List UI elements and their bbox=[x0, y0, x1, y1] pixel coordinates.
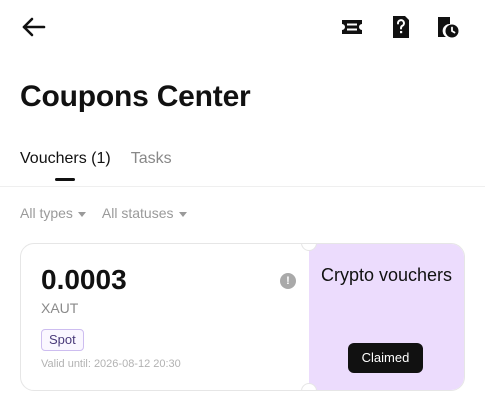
tab-bar: Vouchers (1) Tasks bbox=[20, 150, 172, 184]
claimed-status-button[interactable]: Claimed bbox=[348, 343, 423, 373]
valid-until-label: Valid until: bbox=[41, 358, 91, 370]
status-filter-dropdown[interactable]: All statuses bbox=[102, 205, 187, 221]
caret-down-icon bbox=[178, 211, 187, 217]
coupons-center-page: Coupons Center Vouchers (1) Tasks All ty… bbox=[0, 0, 485, 417]
tab-tasks-label: Tasks bbox=[130, 150, 172, 167]
type-filter-label: All types bbox=[20, 205, 73, 221]
page-title: Coupons Center bbox=[20, 80, 251, 113]
caret-down-icon bbox=[77, 211, 86, 217]
voucher-amount: 0.0003 bbox=[41, 264, 127, 295]
voucher-type-label: Crypto vouchers bbox=[320, 265, 453, 285]
valid-until-date: 2026-08-12 20:30 bbox=[93, 358, 181, 370]
tab-vouchers-label: Vouchers (1) bbox=[20, 150, 111, 167]
back-button[interactable] bbox=[20, 14, 48, 40]
voucher-tag: Spot bbox=[41, 329, 84, 351]
tab-vouchers[interactable]: Vouchers (1) bbox=[20, 150, 111, 184]
arrow-left-icon bbox=[22, 17, 46, 37]
header-actions bbox=[339, 14, 461, 40]
type-filter-dropdown[interactable]: All types bbox=[20, 205, 86, 221]
voucher-card[interactable]: Crypto vouchers Claimed 0.0003 XAUT Spot… bbox=[20, 243, 465, 391]
tab-tasks[interactable]: Tasks bbox=[131, 150, 172, 184]
info-icon[interactable]: ! bbox=[280, 273, 296, 289]
rules-button[interactable] bbox=[387, 14, 413, 40]
filter-bar: All types All statuses bbox=[20, 205, 187, 221]
ticket-icon bbox=[342, 20, 362, 34]
history-button[interactable] bbox=[435, 14, 461, 40]
voucher-currency: XAUT bbox=[41, 300, 79, 316]
voucher-type-panel: Crypto vouchers Claimed bbox=[309, 244, 464, 390]
coupons-button[interactable] bbox=[339, 14, 365, 40]
voucher-validity: Valid until: 2026-08-12 20:30 bbox=[41, 358, 181, 370]
active-tab-indicator bbox=[55, 178, 76, 181]
question-document-icon bbox=[393, 16, 409, 38]
status-filter-label: All statuses bbox=[101, 205, 174, 221]
tab-divider bbox=[0, 186, 485, 187]
history-icon bbox=[438, 17, 459, 38]
